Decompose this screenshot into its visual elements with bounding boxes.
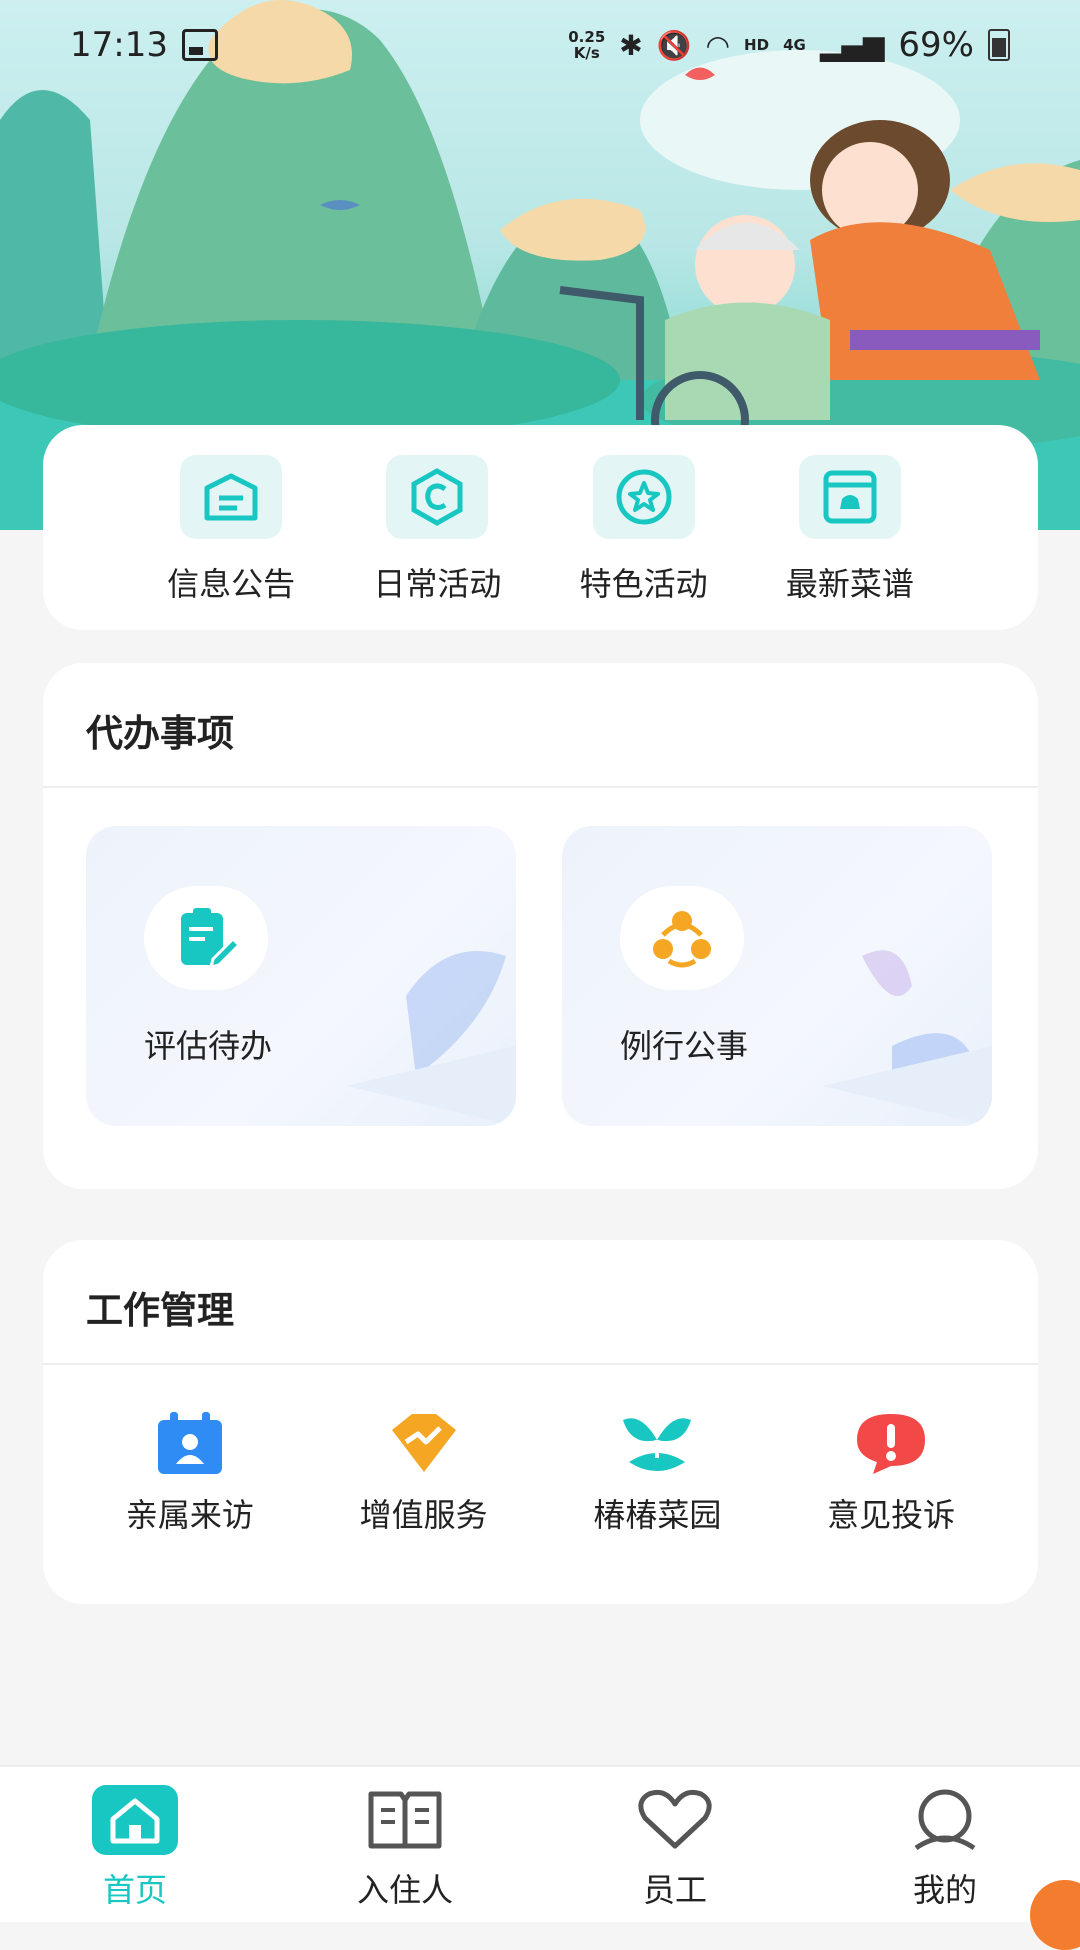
quick-item-daily-activity[interactable]: 日常活动 [352, 455, 522, 630]
nav-label-staff: 员工 [642, 1871, 707, 1909]
calendar-person-icon [157, 1412, 222, 1474]
todo-label-routine: 例行公事 [620, 1027, 749, 1065]
work-title: 工作管理 [43, 1240, 1038, 1365]
todo-icon-wrap [144, 886, 268, 990]
todo-label-assessment: 评估待办 [144, 1027, 273, 1065]
quick-menu-card: 信息公告 日常活动 特色活动 最新菜谱 [43, 425, 1038, 630]
quick-item-notice[interactable]: 信息公告 [146, 455, 316, 630]
work-label-complaint: 意见投诉 [827, 1496, 956, 1534]
todo-icon-wrap [620, 886, 744, 990]
quick-label-recipe: 最新菜谱 [785, 565, 914, 603]
signal-icon: ▂▄▆ [819, 28, 885, 62]
network-speed: 0.25 K/s [568, 29, 605, 61]
nav-label-mine: 我的 [912, 1871, 977, 1909]
status-time: 17:13 [70, 25, 168, 65]
nav-staff[interactable]: 员工 [575, 1767, 775, 1911]
battery-icon [988, 29, 1010, 61]
battery-percent: 69% [898, 25, 974, 65]
quick-label-daily-activity: 日常活动 [373, 565, 502, 603]
todo-tile-routine[interactable]: 例行公事 [562, 826, 992, 1126]
todo-title: 代办事项 [43, 663, 1038, 788]
bluetooth-icon: ✱ [619, 28, 643, 62]
nav-label-home: 首页 [102, 1871, 167, 1909]
work-item-family-visit[interactable]: 亲属来访 [90, 1410, 290, 1536]
nav-home[interactable]: 首页 [35, 1767, 235, 1911]
work-label-family-visit: 亲属来访 [125, 1496, 254, 1534]
network-speed-unit: K/s [573, 44, 600, 62]
wifi-icon: ◠ [705, 28, 731, 62]
notice-icon [180, 455, 283, 539]
mute-icon: 🔇 [656, 28, 692, 62]
work-item-complaint[interactable]: 意见投诉 [791, 1410, 991, 1536]
menu-icon [798, 455, 901, 539]
image-notification-icon [181, 29, 218, 61]
work-label-value-added: 增值服务 [359, 1496, 488, 1534]
clipboard-edit-icon [181, 908, 239, 970]
star-icon [592, 455, 695, 539]
todo-tile-assessment[interactable]: 评估待办 [86, 826, 516, 1126]
todo-card: 代办事项 评估待办 例行公事 [43, 663, 1038, 1189]
bottom-nav: 首页 入住人 员工 我的 [0, 1765, 1080, 1922]
book-icon [362, 1785, 448, 1855]
work-card: 工作管理 亲属来访 增值服务 椿椿菜园 意见投诉 [43, 1240, 1038, 1604]
home-icon [92, 1785, 178, 1855]
trend-icon [391, 1414, 456, 1472]
work-item-value-added[interactable]: 增值服务 [324, 1410, 524, 1536]
quick-item-special-activity[interactable]: 特色活动 [559, 455, 729, 630]
user-icon [902, 1785, 988, 1855]
quick-label-notice: 信息公告 [167, 565, 296, 603]
nav-residents[interactable]: 入住人 [305, 1767, 505, 1911]
signal-type: 4G [783, 36, 806, 54]
work-label-garden: 椿椿菜园 [593, 1496, 722, 1534]
petal-decoration-icon [822, 950, 992, 1126]
group-icon [653, 911, 711, 968]
activity-icon [386, 455, 489, 539]
feather-decoration-icon [346, 951, 516, 1126]
hd-indicator: HD [744, 36, 770, 54]
sprout-icon [623, 1418, 692, 1471]
status-bar: 17:13 0.25 K/s ✱ 🔇 ◠ HD 4G ▂▄▆ 69% [0, 0, 1080, 90]
quick-item-recipe[interactable]: 最新菜谱 [765, 455, 935, 630]
nav-label-residents: 入住人 [356, 1871, 453, 1909]
nav-mine[interactable]: 我的 [845, 1767, 1045, 1911]
quick-label-special-activity: 特色活动 [579, 565, 708, 603]
heart-icon [632, 1785, 718, 1855]
alert-icon [857, 1414, 926, 1474]
work-item-garden[interactable]: 椿椿菜园 [557, 1410, 757, 1536]
